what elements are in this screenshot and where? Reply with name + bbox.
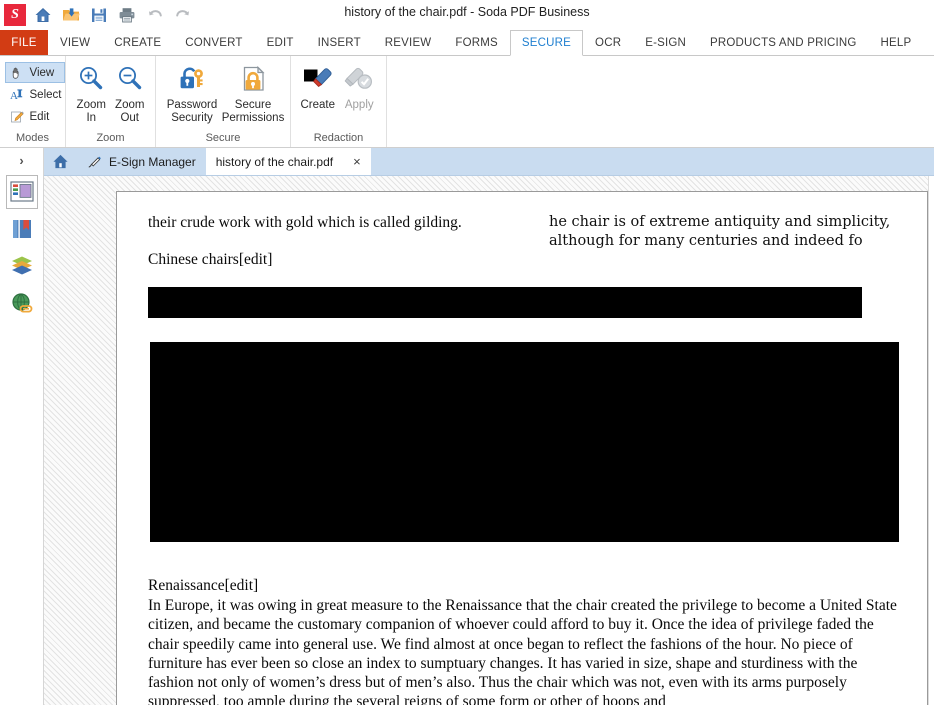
mode-button-edit[interactable]: Edit: [5, 106, 65, 127]
document-pane: E-Sign Manager history of the chair.pdf …: [44, 148, 934, 705]
mode-label-select: Select: [29, 88, 62, 101]
soda-pdf-window: S history of the chair.pdf - Soda PDF Bu…: [0, 0, 934, 705]
soda-pdf-logo[interactable]: S: [4, 4, 26, 26]
tab-view[interactable]: VIEW: [48, 30, 102, 55]
close-icon[interactable]: ×: [353, 154, 361, 169]
redaction-apply-label: Apply: [344, 99, 374, 111]
redaction-apply-button[interactable]: Apply: [339, 60, 381, 112]
zoom-out-icon: [115, 62, 145, 96]
heading-chinese-chairs: Chinese chairs[edit]: [148, 251, 273, 268]
pencil-edit-icon: [10, 109, 25, 124]
paragraph-right-column: he chair is of extreme antiquity and sim…: [549, 213, 891, 251]
print-icon[interactable]: [116, 4, 138, 26]
bookmarks-icon: [10, 218, 34, 240]
ribbon-group-label-secure: Secure: [205, 132, 241, 144]
layers-icon: [10, 255, 34, 277]
ribbon: View A Select Edit Modes Zoom In Zoom Ou…: [0, 56, 934, 148]
tab-esign[interactable]: E-SIGN: [633, 30, 698, 55]
ribbon-group-label-redaction: Redaction: [313, 132, 364, 144]
document-tab-history-of-the-chair[interactable]: history of the chair.pdf ×: [205, 148, 371, 175]
tab-secure[interactable]: SECURE: [509, 30, 584, 56]
redaction-create-label: Create: [300, 99, 336, 111]
save-icon[interactable]: [88, 4, 110, 26]
document-canvas[interactable]: their crude work with gold which is call…: [44, 176, 934, 705]
home-icon[interactable]: [32, 4, 54, 26]
secure-permissions-icon: [237, 62, 269, 96]
svg-text:A: A: [10, 90, 18, 102]
redaction-create-button[interactable]: Create: [297, 60, 339, 112]
tab-products-and-pricing[interactable]: PRODUCTS AND PRICING: [698, 30, 869, 55]
secure-permissions-label-2: Permissions: [221, 112, 285, 124]
password-security-button[interactable]: Password Security: [162, 60, 222, 125]
tab-edit[interactable]: EDIT: [255, 30, 306, 55]
zoom-out-button[interactable]: Zoom Out: [111, 60, 150, 125]
rail-item-links[interactable]: [6, 286, 38, 320]
side-rail: ›: [0, 148, 44, 705]
document-tab-esign-manager[interactable]: E-Sign Manager: [77, 148, 206, 175]
mode-label-view: View: [29, 66, 55, 79]
rail-item-bookmarks[interactable]: [6, 212, 38, 246]
links-icon: [10, 292, 34, 314]
document-tab-label-esign: E-Sign Manager: [109, 154, 196, 169]
zoom-in-button[interactable]: Zoom In: [72, 60, 111, 125]
password-security-icon: [176, 62, 208, 96]
expand-panel-button[interactable]: ›: [0, 148, 44, 172]
mode-button-select[interactable]: A Select: [5, 84, 65, 105]
tab-convert[interactable]: CONVERT: [173, 30, 254, 55]
tab-forms[interactable]: FORMS: [443, 30, 510, 55]
tab-insert[interactable]: INSERT: [306, 30, 373, 55]
ribbon-group-secure: Password Security Secure Permissions Sec…: [156, 56, 291, 147]
mode-label-edit: Edit: [29, 110, 50, 123]
redaction-apply-icon: [343, 62, 375, 96]
undo-icon[interactable]: [144, 4, 166, 26]
mode-button-view[interactable]: View: [4, 62, 65, 83]
ribbon-group-label-zoom: Zoom: [96, 132, 125, 144]
password-security-label-1: Password: [166, 99, 218, 111]
redaction-box-2[interactable]: [150, 342, 899, 542]
quick-access-toolbar: S: [0, 4, 194, 26]
ribbon-group-zoom: Zoom In Zoom Out Zoom: [66, 56, 156, 147]
ribbon-group-label-modes: Modes: [15, 132, 50, 144]
paragraph-left-column: their crude work with gold which is call…: [148, 214, 462, 231]
zoom-in-icon: [76, 62, 106, 96]
secure-permissions-button[interactable]: Secure Permissions: [222, 60, 284, 125]
rail-item-page-thumbnails[interactable]: [5, 175, 38, 209]
redo-icon[interactable]: [172, 4, 194, 26]
right-column-line-1: he chair is of extreme antiquity and sim…: [549, 214, 891, 230]
workspace: › E-Sign Manager history of the chair.pd…: [0, 148, 934, 705]
redaction-create-icon: [302, 62, 334, 96]
ribbon-tab-strip: FILE VIEW CREATE CONVERT EDIT INSERT REV…: [0, 30, 934, 56]
ribbon-group-redaction: Create Apply Redaction: [291, 56, 387, 147]
zoom-out-label-2: Out: [120, 112, 140, 124]
vertical-scrollbar[interactable]: [928, 176, 934, 705]
open-icon[interactable]: [60, 4, 82, 26]
document-tab-strip: E-Sign Manager history of the chair.pdf …: [44, 148, 934, 176]
pdf-page[interactable]: their crude work with gold which is call…: [116, 191, 928, 705]
zoom-in-label-1: Zoom: [76, 99, 106, 111]
ribbon-group-modes: View A Select Edit Modes: [0, 56, 66, 147]
tab-ocr[interactable]: OCR: [583, 30, 633, 55]
page-thumbnails-icon: [9, 181, 34, 203]
secure-permissions-label-1: Secure: [234, 99, 272, 111]
zoom-out-label-1: Zoom: [115, 99, 145, 111]
heading-renaissance: Renaissance[edit]: [148, 577, 259, 594]
home-tab-icon: [52, 153, 69, 170]
document-tab-home[interactable]: [44, 148, 77, 175]
esign-pen-icon: [87, 154, 103, 170]
tab-create[interactable]: CREATE: [102, 30, 173, 55]
text-select-icon: A: [10, 87, 25, 102]
right-column-line-2: although for many centuries and indeed f…: [549, 233, 863, 249]
password-security-label-2: Security: [171, 112, 213, 124]
paragraph-renaissance-body: In Europe, it was owing in great measure…: [148, 597, 897, 705]
redaction-box-1[interactable]: [148, 287, 862, 318]
zoom-in-label-2: In: [86, 112, 97, 124]
tab-help[interactable]: HELP: [869, 30, 924, 55]
tab-file[interactable]: FILE: [0, 30, 48, 55]
title-bar: S history of the chair.pdf - Soda PDF Bu…: [0, 0, 934, 30]
hand-icon: [10, 65, 25, 80]
rail-item-layers[interactable]: [6, 249, 38, 283]
document-tab-label-pdf: history of the chair.pdf: [215, 154, 334, 169]
tab-review[interactable]: REVIEW: [373, 30, 444, 55]
